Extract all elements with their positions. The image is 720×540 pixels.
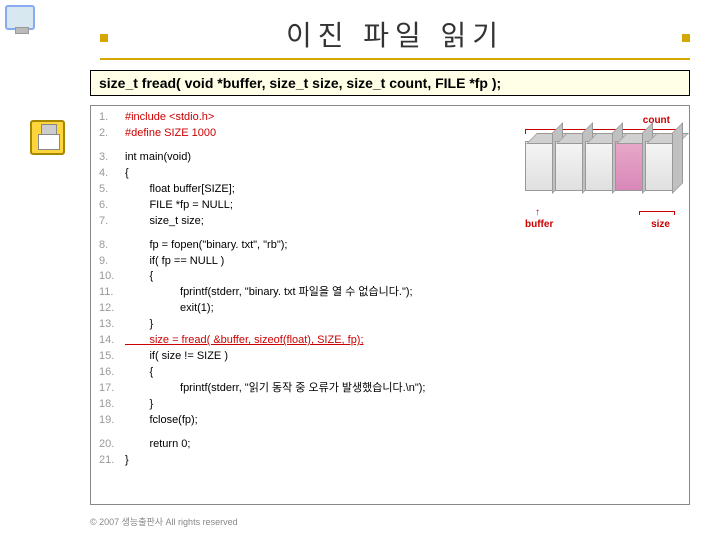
- code-line: {: [125, 365, 153, 381]
- code-line: fprintf(stderr, "binary. txt 파일을 열 수 없습니…: [125, 285, 413, 301]
- code-line: float buffer[SIZE];: [125, 182, 235, 198]
- code-line: }: [125, 317, 153, 333]
- code-line: return 0;: [125, 437, 190, 453]
- code-line: #include <stdio.h>: [125, 110, 214, 126]
- code-line: {: [125, 269, 153, 285]
- memory-blocks: [525, 141, 675, 191]
- count-label: count: [643, 115, 670, 126]
- block-icon: [615, 141, 645, 191]
- block-icon: [585, 141, 615, 191]
- line-number: 17.: [99, 381, 125, 397]
- code-line: FILE *fp = NULL;: [125, 198, 233, 214]
- block-icon: [555, 141, 585, 191]
- line-number: 13.: [99, 317, 125, 333]
- line-number: 19.: [99, 413, 125, 429]
- code-line: }: [125, 397, 153, 413]
- floppy-icon: [30, 120, 65, 155]
- copyright-footer: © 2007 생능출판사 All rights reserved: [90, 515, 238, 528]
- size-bracket-icon: [639, 211, 675, 216]
- code-line: int main(void): [125, 150, 191, 166]
- buffer-label: buffer: [525, 219, 553, 230]
- code-line: size_t size;: [125, 214, 204, 230]
- line-number: 14.: [99, 333, 125, 349]
- code-line: if( size != SIZE ): [125, 349, 228, 365]
- line-number: 18.: [99, 397, 125, 413]
- code-line: {: [125, 166, 129, 182]
- block-icon: [525, 141, 555, 191]
- code-line: if( fp == NULL ): [125, 254, 224, 270]
- line-number: 7.: [99, 214, 125, 230]
- line-number: 3.: [99, 150, 125, 166]
- line-number: 8.: [99, 238, 125, 254]
- line-number: 5.: [99, 182, 125, 198]
- line-number: 20.: [99, 437, 125, 453]
- line-number: 16.: [99, 365, 125, 381]
- line-number: 6.: [99, 198, 125, 214]
- title-bar: 이진 파일 읽기: [100, 10, 690, 60]
- code-line: exit(1);: [125, 301, 214, 317]
- size-label: size: [651, 219, 670, 230]
- line-number: 9.: [99, 254, 125, 270]
- signature-box: size_t fread( void *buffer, size_t size,…: [90, 70, 690, 96]
- line-number: 4.: [99, 166, 125, 182]
- line-number: 15.: [99, 349, 125, 365]
- line-number: 1.: [99, 110, 125, 126]
- computer-icon: [5, 5, 45, 40]
- block-icon: [645, 141, 675, 191]
- code-line: fprintf(stderr, "읽기 동작 중 오류가 발생했습니다.\n")…: [125, 381, 425, 397]
- line-number: 10.: [99, 269, 125, 285]
- memory-diagram: count ↑ buffer size: [525, 115, 680, 230]
- code-line: #define SIZE 1000: [125, 126, 216, 142]
- line-number: 2.: [99, 126, 125, 142]
- page-title: 이진 파일 읽기: [286, 14, 504, 54]
- line-number: 21.: [99, 453, 125, 469]
- code-line: fp = fopen("binary. txt", "rb");: [125, 238, 287, 254]
- line-number: 12.: [99, 301, 125, 317]
- code-line: }: [125, 453, 129, 469]
- line-number: 11.: [99, 285, 125, 301]
- arrow-up-icon: ↑: [535, 207, 540, 218]
- code-line: fclose(fp);: [125, 413, 198, 429]
- code-line: size = fread( &buffer, sizeof(float), SI…: [125, 333, 364, 349]
